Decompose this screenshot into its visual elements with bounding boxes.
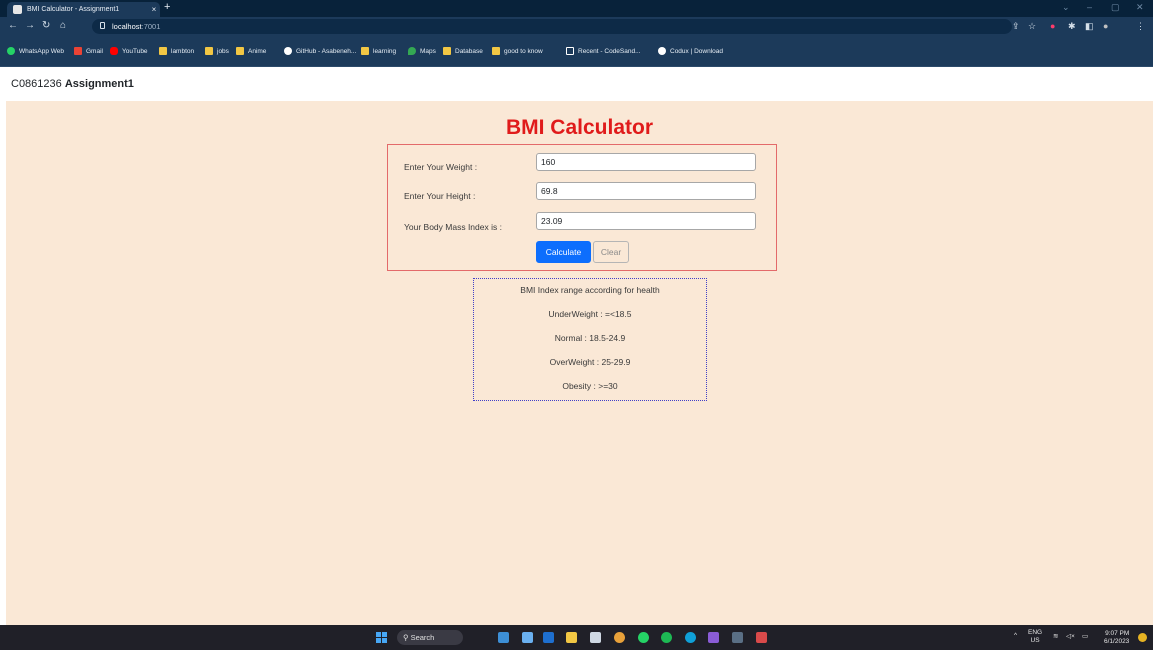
weight-label: Enter Your Weight : [404,162,478,172]
clear-button[interactable]: Clear [593,241,629,263]
tab-title: BMI Calculator - Assignment1 [27,6,120,13]
range-overweight: OverWeight : 25-29.9 [549,357,631,367]
edge-icon[interactable] [685,632,696,643]
file-explorer-icon[interactable] [543,632,554,643]
battery-icon[interactable]: ▭ [1082,632,1088,640]
share-icon[interactable]: ⇪ [1012,21,1020,32]
navigation-bar: ← → ↻ ⌂ localhost:7001 ⇪ ☆ ● ✱ ◧ ● ⋮ [0,17,1153,37]
volume-icon[interactable]: ◁× [1066,632,1075,640]
new-tab-button[interactable]: + [164,1,170,13]
bookmark-gmail[interactable]: Gmail [74,47,103,55]
tab-search-icon[interactable]: ⌄ [1062,2,1070,13]
system-clock[interactable]: 9:07 PM 6/1/2023 [1104,630,1129,646]
back-arrow-icon[interactable]: ← [8,20,18,31]
forward-arrow-icon[interactable]: → [25,20,35,31]
page-title: BMI Calculator [505,116,654,139]
task-view-icon[interactable] [522,632,533,643]
github-icon [284,47,292,55]
browser-window: BMI Calculator - Assignment1 × + ⌄ – ▢ ✕… [0,0,1153,650]
bookmark-youtube[interactable]: YouTube [110,47,148,55]
range-normal: Normal : 18.5-24.9 [554,333,626,343]
site-brand[interactable]: C0861236 Assignment1 [11,78,134,90]
extensions-puzzle-icon[interactable]: ✱ [1068,21,1076,32]
folder-icon [492,47,500,55]
weight-input[interactable] [536,153,756,171]
language-indicator[interactable]: ENG US [1028,629,1042,645]
bookmark-folder-lambton[interactable]: lambton [159,47,194,55]
extension-opera-icon[interactable]: ● [1050,21,1055,31]
range-obesity: Obesity : >=30 [562,381,618,391]
maps-pin-icon [408,47,416,55]
site-navbar: C0861236 Assignment1 [0,67,1153,101]
bookmark-folder-good-to-know[interactable]: good to know [492,47,543,55]
height-label: Enter Your Height : [404,191,476,201]
assignment-title: Assignment1 [64,78,134,90]
bookmark-folder-jobs[interactable]: jobs [205,47,229,55]
address-bar[interactable]: localhost:7001 [92,19,1012,34]
student-id: C0861236 [11,78,62,90]
range-underweight: UnderWeight : =<18.5 [548,309,632,319]
bookmark-folder-learning[interactable]: learning [361,47,396,55]
bookmark-codesandbox[interactable]: Recent - CodeSand... [566,47,641,55]
app-icon[interactable] [756,632,767,643]
side-panel-icon[interactable]: ◧ [1085,21,1094,32]
bookmark-whatsapp[interactable]: WhatsApp Web [7,47,64,55]
tab-bmi-calculator[interactable]: BMI Calculator - Assignment1 × [7,2,160,17]
whatsapp-icon[interactable] [638,632,649,643]
height-input[interactable] [536,182,756,200]
bookmark-maps[interactable]: Maps [408,47,436,55]
bookmark-star-icon[interactable]: ☆ [1028,21,1036,32]
calculate-button[interactable]: Calculate [536,241,591,263]
codesandbox-icon [566,47,574,55]
codux-icon [658,47,666,55]
minimize-button[interactable]: – [1087,2,1092,12]
menu-kebab-icon[interactable]: ⋮ [1136,21,1145,32]
visual-studio-icon[interactable] [708,632,719,643]
tray-overflow-chevron-icon[interactable]: ^ [1014,632,1017,639]
maximize-button[interactable]: ▢ [1111,2,1120,13]
terminal-icon[interactable] [732,632,743,643]
chrome-icon[interactable] [614,632,625,643]
bookmark-folder-database[interactable]: Database [443,47,483,55]
gmail-icon [74,47,82,55]
folder-icon[interactable] [566,632,577,643]
tab-strip: BMI Calculator - Assignment1 × + ⌄ – ▢ ✕ [0,0,1153,17]
microsoft-store-icon[interactable] [590,632,601,643]
windows-start-icon[interactable] [376,632,387,643]
bookmark-folder-anime[interactable]: Anime [236,47,266,55]
bmi-result-field[interactable] [536,212,756,230]
bookmark-codux[interactable]: Codux | Download [658,47,723,55]
reload-icon[interactable]: ↻ [42,20,50,31]
wifi-icon[interactable]: ≋ [1053,632,1058,640]
main-content: BMI Calculator Enter Your Weight : Enter… [6,101,1153,625]
lock-icon[interactable] [100,22,105,29]
bmi-range-title: BMI Index range according for health [520,285,660,295]
spotify-icon[interactable] [661,632,672,643]
folder-icon [443,47,451,55]
home-icon[interactable]: ⌂ [60,20,66,31]
youtube-icon [110,47,118,55]
taskbar-search[interactable]: ⚲ Search [397,630,463,645]
windows-taskbar: ⚲ Search ^ ENG US ≋ ◁× ▭ 9:07 PM 6/1/2023 [0,625,1153,650]
profile-avatar-icon[interactable]: ● [1103,21,1108,31]
folder-icon [236,47,244,55]
close-window-button[interactable]: ✕ [1136,2,1144,13]
bookmark-github[interactable]: GitHub - Asabeneh... [284,47,356,55]
widgets-icon[interactable] [498,632,509,643]
url-text: localhost:7001 [112,22,161,31]
page-favicon-icon [13,5,22,14]
folder-icon [361,47,369,55]
bmi-result-label: Your Body Mass Index is : [404,222,502,232]
whatsapp-icon [7,47,15,55]
notification-badge[interactable] [1138,633,1147,642]
tab-close-icon[interactable]: × [148,5,160,14]
bmi-form: Enter Your Weight : Enter Your Height : … [387,144,777,271]
folder-icon [205,47,213,55]
folder-icon [159,47,167,55]
bookmarks-bar: WhatsApp Web Gmail YouTube lambton jobs … [0,37,1153,67]
bmi-range-panel: BMI Index range according for health Und… [473,278,707,401]
